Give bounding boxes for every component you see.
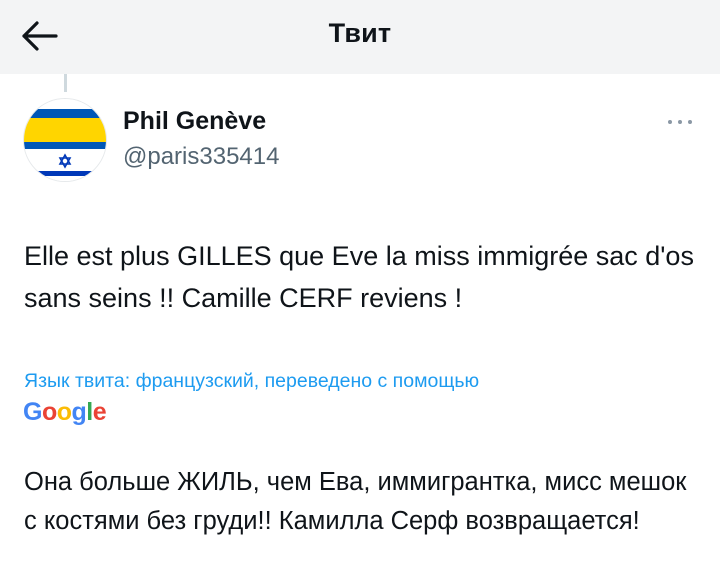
avatar[interactable] xyxy=(24,99,106,181)
page-title: Твит xyxy=(328,18,392,48)
author-name[interactable]: Phil Genève xyxy=(123,107,266,136)
tweet-text: Elle est plus GILLES que Eve la miss imm… xyxy=(24,241,694,313)
translated-text: Она больше ЖИЛЬ, чем Ева, иммигрантка, м… xyxy=(24,468,687,535)
avatar-image xyxy=(24,99,106,181)
more-options-button[interactable] xyxy=(662,112,698,132)
author-handle[interactable]: @paris335414 xyxy=(123,143,279,171)
more-dots-icon xyxy=(668,120,692,124)
translation-label[interactable]: Язык твита: французский, переведено с по… xyxy=(24,370,479,393)
thread-line xyxy=(64,74,67,92)
google-logo: Google xyxy=(23,398,107,426)
top-bar: Твит xyxy=(0,0,720,74)
